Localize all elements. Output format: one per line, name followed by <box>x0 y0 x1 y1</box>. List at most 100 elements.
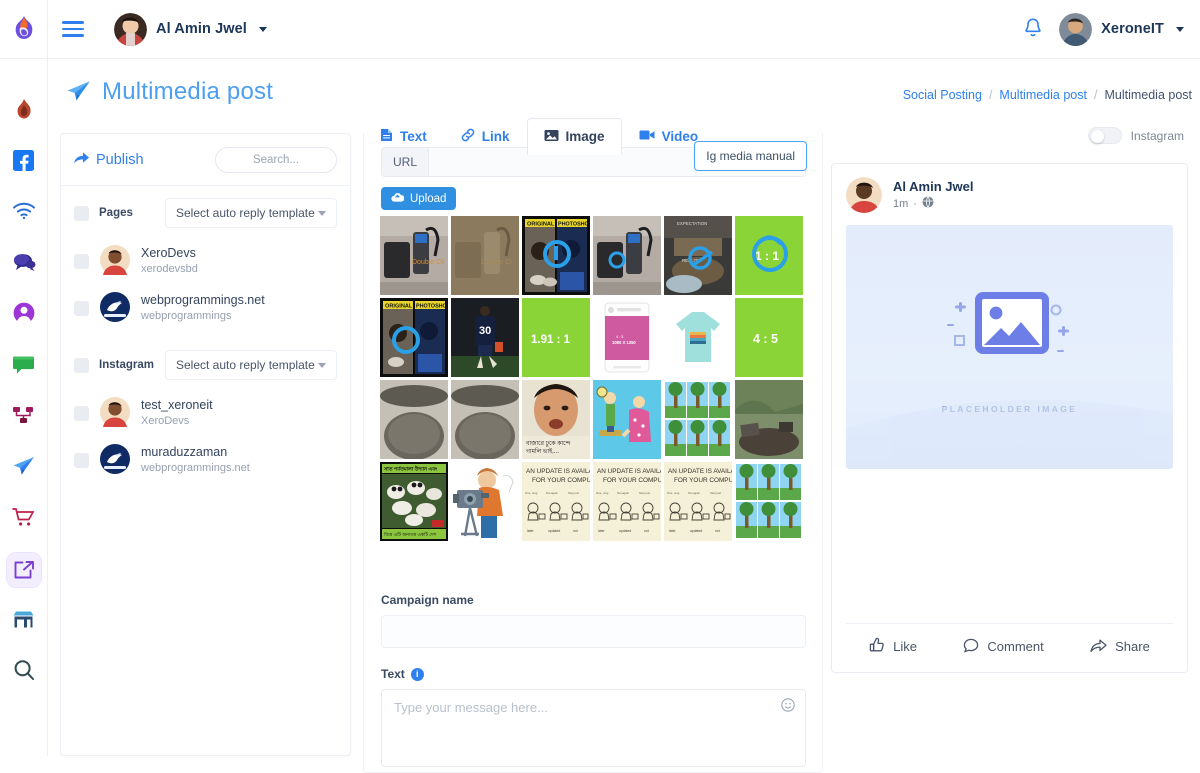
account-checkbox[interactable] <box>74 453 89 468</box>
smiley-icon[interactable] <box>781 698 795 715</box>
gallery-thumb[interactable]: বাজারে ঢুকে কান্দে গামলি ভাই.... <box>522 380 590 459</box>
pages-auto-reply-select[interactable]: Select auto reply template <box>165 198 337 228</box>
account-checkbox[interactable] <box>74 301 89 316</box>
gallery-thumb[interactable] <box>593 380 661 459</box>
thumbs-up-icon <box>869 637 885 656</box>
search-input[interactable]: Search... <box>215 146 337 173</box>
rail-item-sitemap[interactable] <box>0 391 48 442</box>
gallery-thumb[interactable] <box>593 216 661 295</box>
breadcrumb-separator: / <box>1093 88 1098 102</box>
rail-item-social-posting[interactable] <box>0 544 48 595</box>
gallery-thumb[interactable]: 4 : 5 1080 X 1350 <box>593 298 661 377</box>
gallery-thumb[interactable] <box>664 298 732 377</box>
svg-text:বাজারে ঢুকে কান্দে: বাজারে ঢুকে কান্দে <box>525 441 571 447</box>
svg-text:4 : 5: 4 : 5 <box>753 332 778 346</box>
share-button[interactable]: Share <box>1090 637 1150 656</box>
gallery-thumb[interactable]: ORIGINAL PHOTOSHOP <box>522 216 590 295</box>
account-row-webprogrammings[interactable]: webprogrammings.net webprogrammings <box>61 285 350 332</box>
rail-item-send[interactable] <box>0 442 48 493</box>
rail-item-message[interactable] <box>0 340 48 391</box>
notification-bell-icon[interactable] <box>1023 17 1043 41</box>
menu-toggle-button[interactable] <box>62 16 88 42</box>
page-user-selector[interactable]: Al Amin Jwel <box>114 12 267 46</box>
pages-group-checkbox[interactable] <box>74 205 89 221</box>
post-preview-panel: Al Amin Jwel 1m · Like Comment Share <box>831 163 1188 673</box>
image-gallery-grid: Double Cli Double Cl ORIGINAL PHOTOSHOP E… <box>380 216 808 541</box>
svg-text:FOR YOUR COMPUTER: FOR YOUR COMPUTER <box>674 477 732 484</box>
rail-item-search[interactable] <box>0 646 48 697</box>
tab-image[interactable]: Image <box>526 118 622 155</box>
share-arrow-icon <box>1090 638 1107 656</box>
gallery-thumb[interactable]: Double Cli <box>380 216 448 295</box>
instagram-auto-reply-select[interactable]: Select auto reply template <box>165 350 337 380</box>
svg-text:Stop just: Stop just <box>568 491 579 495</box>
svg-text:updated: updated <box>548 529 560 533</box>
rail-item-shop[interactable] <box>0 493 48 544</box>
account-checkbox[interactable] <box>74 406 89 421</box>
instagram-toggle[interactable] <box>1087 127 1122 144</box>
page-user-name: Al Amin Jwel <box>156 21 247 37</box>
rail-item-wifi[interactable] <box>0 187 48 238</box>
svg-text:1080 X 1350: 1080 X 1350 <box>612 340 636 345</box>
svg-text:One, omg: One, omg <box>525 491 538 495</box>
gallery-thumb[interactable]: AN UPDATE IS AVAILABLE FOR YOUR COMPUTER O… <box>593 462 661 541</box>
publish-panel-header: Publish Search... <box>61 134 350 186</box>
app-logo[interactable] <box>0 0 48 59</box>
svg-text:later: later <box>598 529 605 533</box>
pages-group-row: Pages Select auto reply template <box>61 186 350 238</box>
rail-item-chat[interactable] <box>0 238 48 289</box>
account-row-xerodevs[interactable]: XeroDevs xerodevsbd <box>61 238 350 285</box>
tab-video[interactable]: Video <box>622 118 716 155</box>
gallery-thumb[interactable] <box>380 380 448 459</box>
gallery-thumb[interactable]: 1 : 1 <box>735 216 803 295</box>
comment-button[interactable]: Comment <box>963 637 1044 656</box>
instagram-group-row: Instagram Select auto reply template <box>61 332 350 390</box>
svg-text:ORIGINAL: ORIGINAL <box>385 304 413 310</box>
breadcrumb-link-social-posting[interactable]: Social Posting <box>903 88 982 102</box>
gallery-thumb[interactable] <box>664 380 732 459</box>
rail-item-store[interactable] <box>0 595 48 646</box>
gallery-thumb[interactable] <box>735 380 803 459</box>
tab-link[interactable]: Link <box>444 118 527 155</box>
info-icon[interactable]: i <box>410 667 424 681</box>
svg-text:updated: updated <box>690 529 702 533</box>
svg-text:Not again: Not again <box>617 491 629 495</box>
svg-text:EXPECTATION: EXPECTATION <box>677 221 707 226</box>
gallery-thumb[interactable]: সাত পর্বতমালা উদ্যান এবং বিশ্বে এটি অন্যত… <box>380 462 448 541</box>
hamburger-line <box>62 34 84 37</box>
tab-video-label: Video <box>661 129 699 144</box>
message-textarea[interactable]: Type your message here... <box>381 689 806 767</box>
svg-text:ORIGINAL: ORIGINAL <box>527 222 555 228</box>
message-placeholder: Type your message here... <box>394 700 548 715</box>
gallery-thumb[interactable]: AN UPDATE IS AVAILABLE FOR YOUR COMPUTER O… <box>522 462 590 541</box>
campaign-name-input[interactable] <box>381 615 806 648</box>
gallery-thumb[interactable] <box>451 380 519 459</box>
account-checkbox[interactable] <box>74 254 89 269</box>
rail-item-profile[interactable] <box>0 289 48 340</box>
rail-item-fire[interactable] <box>0 85 48 136</box>
gallery-thumb[interactable] <box>735 462 803 541</box>
breadcrumb-link-multimedia-post[interactable]: Multimedia post <box>999 88 1087 102</box>
gallery-thumb[interactable]: Double Cl <box>451 216 519 295</box>
account-row-test-xeroneit[interactable]: test_xeroneit XeroDevs <box>61 390 350 437</box>
gallery-thumb[interactable]: EXPECTATION REALITY <box>664 216 732 295</box>
pages-auto-reply-value: Select auto reply template <box>176 206 315 220</box>
svg-text:4 : 5: 4 : 5 <box>616 335 623 339</box>
gallery-thumb[interactable] <box>451 462 519 541</box>
like-button[interactable]: Like <box>869 637 917 656</box>
gallery-thumb[interactable]: 30 <box>451 298 519 377</box>
gallery-thumb[interactable]: 4 : 5 <box>735 298 803 377</box>
account-menu[interactable]: XeroneIT <box>1059 12 1184 46</box>
gallery-thumb[interactable]: 1.91 : 1 <box>522 298 590 377</box>
gallery-thumb[interactable]: AN UPDATE IS AVAILABLE FOR YOUR COMPUTER O… <box>664 462 732 541</box>
gallery-thumb[interactable]: ORIGINAL PHOTOSHOP <box>380 298 448 377</box>
publish-button[interactable]: Publish <box>74 151 144 168</box>
svg-text:1 : 1: 1 : 1 <box>755 249 779 263</box>
account-handle: XeroDevs <box>141 415 190 428</box>
account-row-muraduzzaman[interactable]: muraduzzaman webprogrammings.net <box>61 437 350 484</box>
instagram-group-checkbox[interactable] <box>74 357 89 373</box>
tab-text[interactable]: Text <box>363 118 444 155</box>
pages-group-label: Pages <box>99 207 133 219</box>
upload-button[interactable]: Upload <box>381 187 457 210</box>
rail-item-facebook[interactable] <box>0 136 48 187</box>
